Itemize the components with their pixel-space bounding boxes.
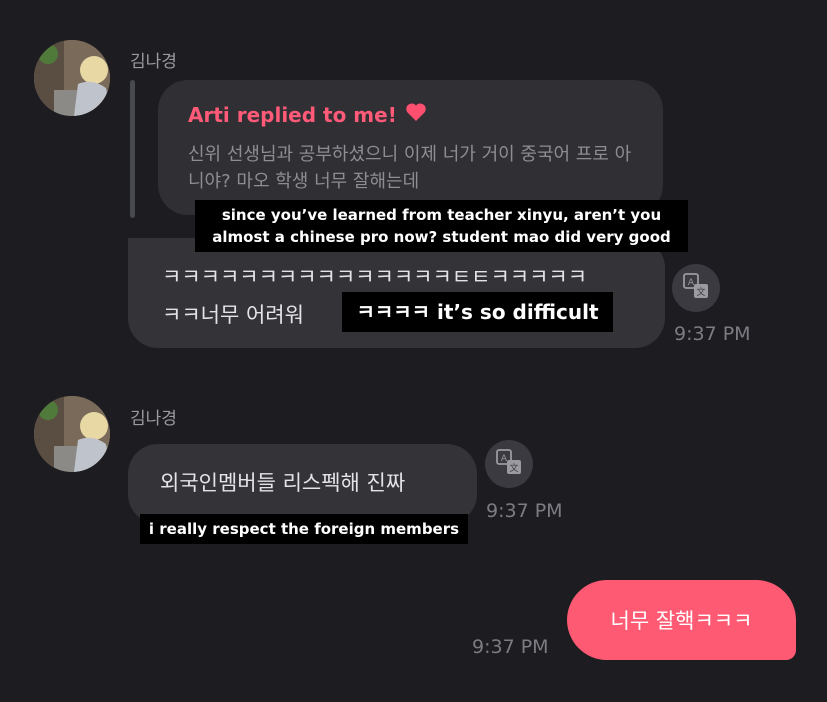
svg-text:A: A	[688, 278, 695, 288]
outgoing-message-bubble[interactable]: 너무 잘핵ㅋㅋㅋ	[567, 580, 796, 660]
message-text-line: ㅋㅋㅋㅋㅋㅋㅋㅋㅋㅋㅋㅋㅋㅋㅋㅌㅌㅋㅋㅋㅋㅋ	[162, 265, 588, 289]
message-text: 너무 잘핵ㅋㅋㅋ	[610, 609, 753, 633]
message-bubble[interactable]: 외국인멤버들 리스펙해 진짜	[128, 444, 477, 524]
translate-button[interactable]: A 文	[672, 264, 720, 312]
message-time: 9:37 PM	[674, 323, 751, 345]
sender-name: 김나경	[130, 52, 177, 72]
sender-name: 김나경	[130, 409, 177, 429]
message-time: 9:37 PM	[486, 500, 563, 522]
message-text: 외국인멤버들 리스펙해 진짜	[160, 471, 406, 495]
translate-icon: A 文	[496, 449, 522, 479]
heart-icon	[405, 102, 427, 127]
translation-caption: since you’ve learned from teacher xinyu,…	[195, 200, 688, 252]
translate-button[interactable]: A 文	[485, 440, 533, 488]
translation-caption: i really respect the foreign members	[140, 514, 468, 544]
reply-title-row: Arti replied to me!	[188, 102, 633, 127]
reply-indicator-bar	[130, 80, 135, 218]
svg-text:A: A	[501, 454, 508, 464]
translation-caption: ㅋㅋㅋㅋ it’s so difficult	[342, 292, 613, 332]
profile-photo	[34, 396, 110, 472]
reply-title: Arti replied to me!	[188, 102, 397, 127]
profile-photo	[34, 40, 110, 116]
svg-text:文: 文	[509, 462, 518, 474]
reply-quote-card[interactable]: Arti replied to me! 신위 선생님과 공부하셨으니 이제 너가…	[158, 80, 663, 215]
avatar[interactable]	[34, 40, 110, 116]
avatar[interactable]	[34, 396, 110, 472]
message-time: 9:37 PM	[472, 636, 549, 658]
svg-text:文: 文	[696, 286, 705, 298]
reply-quoted-text: 신위 선생님과 공부하셨으니 이제 너가 거이 중국어 프로 아니야? 마오 학…	[188, 144, 632, 192]
translate-icon: A 文	[683, 273, 709, 303]
